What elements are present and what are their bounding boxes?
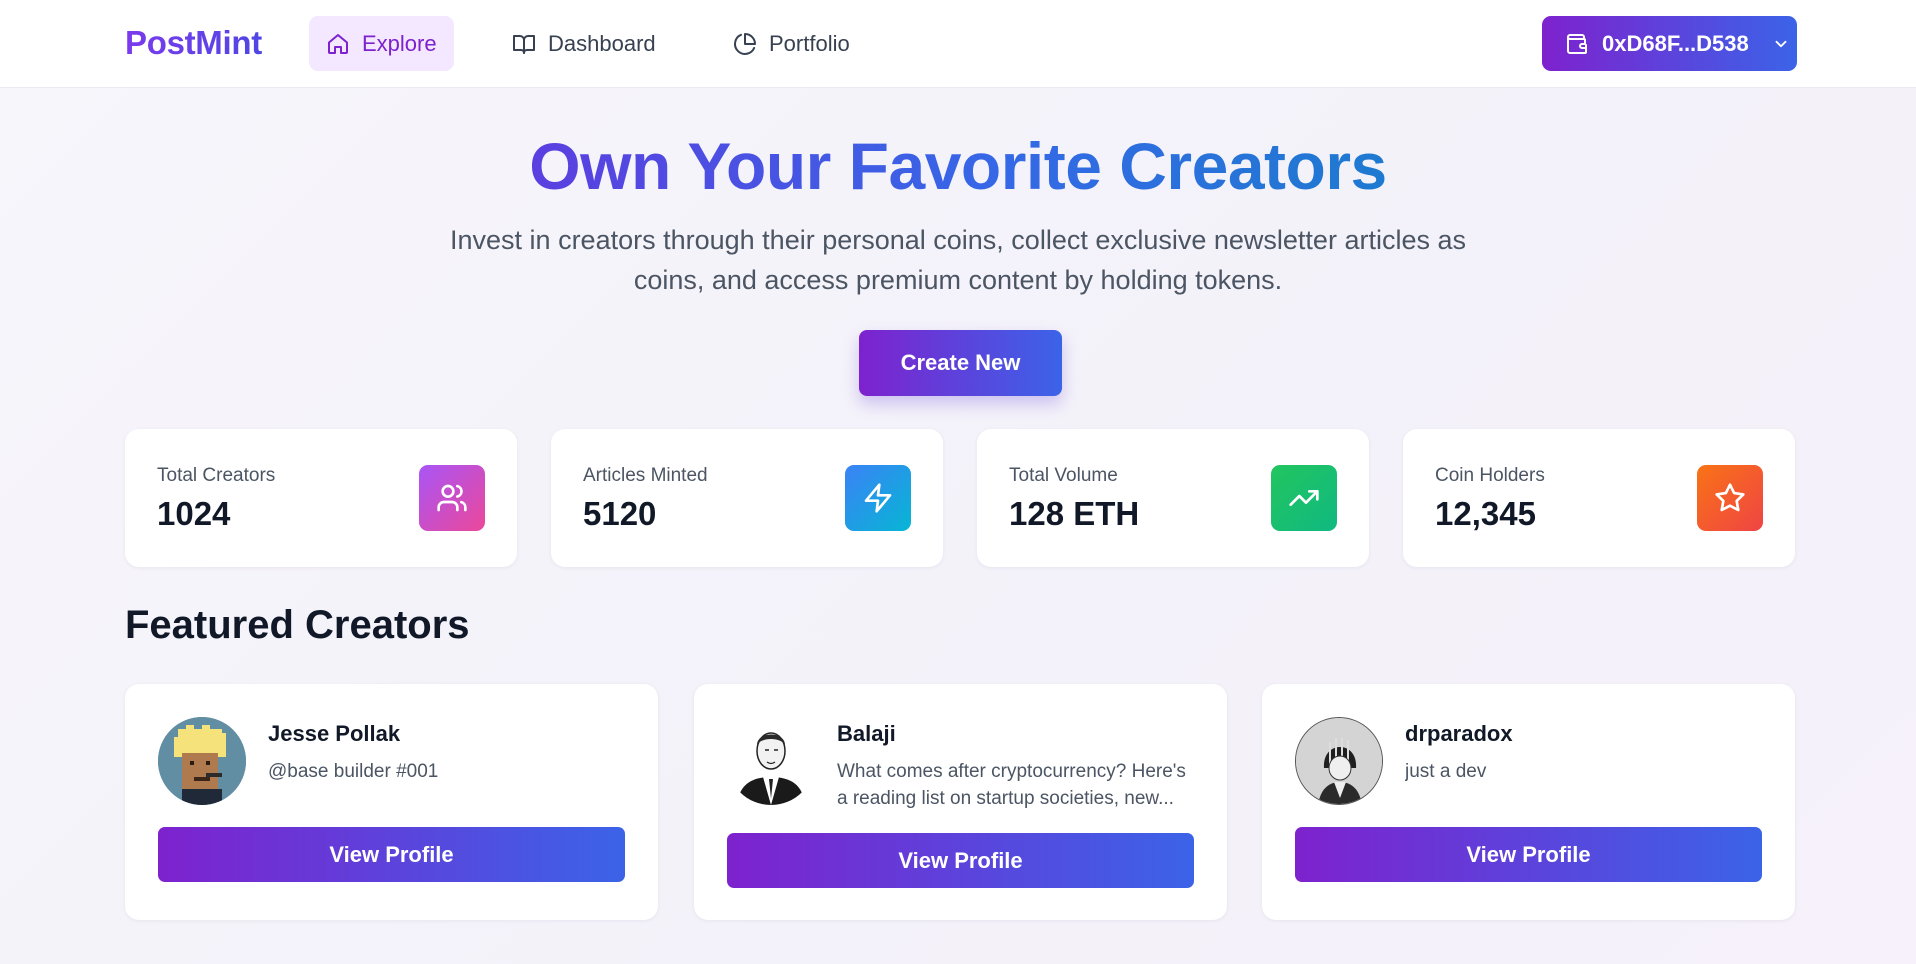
- stat-card-coin-holders: Coin Holders 12,345: [1403, 429, 1795, 567]
- stat-label: Total Creators: [157, 465, 276, 486]
- hero-subtitle: Invest in creators through their persona…: [450, 225, 1466, 295]
- stat-icon-box: [1697, 465, 1763, 531]
- star-icon: [1715, 483, 1745, 512]
- wallet-address: 0xD68F...D538: [1602, 30, 1749, 56]
- logo[interactable]: PostMint: [125, 24, 262, 62]
- stat-icon-box: [1271, 465, 1337, 531]
- wallet-button[interactable]: 0xD68F...D538: [1542, 16, 1797, 71]
- stat-value: 128 ETH: [1009, 495, 1140, 532]
- stat-label: Coin Holders: [1435, 465, 1545, 486]
- stat-label: Articles Minted: [583, 465, 708, 486]
- creator-card-balaji: Balaji What comes after cryptocurrency? …: [694, 684, 1227, 920]
- avatar[interactable]: [727, 717, 815, 805]
- view-profile-button[interactable]: View Profile: [1295, 827, 1762, 882]
- nav-explore-label: Explore: [362, 30, 437, 56]
- nav-portfolio[interactable]: Portfolio: [716, 16, 867, 71]
- nav-explore[interactable]: Explore: [309, 16, 454, 71]
- create-new-button[interactable]: Create New: [859, 330, 1062, 396]
- nav-dashboard-label: Dashboard: [548, 30, 656, 56]
- hero-title: Own Your Favorite Creators: [0, 128, 1916, 204]
- stat-card-articles-minted: Articles Minted 5120: [551, 429, 943, 567]
- stat-value: 12,345: [1435, 495, 1536, 532]
- nav-dashboard[interactable]: Dashboard: [495, 16, 673, 71]
- stat-value: 1024: [157, 495, 231, 532]
- users-icon: [437, 484, 467, 512]
- wallet-icon: [1567, 33, 1587, 54]
- stat-label: Total Volume: [1009, 465, 1118, 486]
- top-navbar: PostMint Explore Dashboard Portfolio 0xD…: [0, 0, 1916, 88]
- pie-chart-icon: [734, 32, 756, 55]
- stat-icon-box: [419, 465, 485, 531]
- creator-name: Jesse Pollak: [268, 721, 401, 746]
- avatar[interactable]: [158, 717, 246, 805]
- home-icon: [328, 33, 348, 54]
- chevron-down-icon: [1775, 40, 1787, 47]
- section-title-featured-creators: Featured Creators: [125, 603, 470, 647]
- avatar[interactable]: [1295, 717, 1383, 805]
- creator-name: drparadox: [1405, 721, 1513, 746]
- nav-portfolio-label: Portfolio: [769, 30, 850, 56]
- stat-card-total-creators: Total Creators 1024: [125, 429, 517, 567]
- creator-name: Balaji: [837, 721, 896, 746]
- creator-card-jesse-pollak: Jesse Pollak @base builder #001 View Pro…: [125, 684, 658, 920]
- stat-icon-box: [845, 465, 911, 531]
- view-profile-button[interactable]: View Profile: [158, 827, 625, 882]
- stat-card-total-volume: Total Volume 128 ETH: [977, 429, 1369, 567]
- creator-bio: just a dev: [1405, 761, 1487, 782]
- hero-title-text: Own Your Favorite Creators: [529, 129, 1387, 203]
- stat-value: 5120: [583, 495, 657, 532]
- creator-bio: What comes after cryptocurrency? Here's …: [837, 761, 1186, 809]
- creator-card-drparadox: drparadox just a dev View Profile: [1262, 684, 1795, 920]
- zap-icon: [864, 483, 892, 513]
- book-open-icon: [513, 34, 535, 54]
- view-profile-button[interactable]: View Profile: [727, 833, 1194, 888]
- trending-up-icon: [1289, 490, 1319, 506]
- creator-bio: @base builder #001: [268, 761, 439, 782]
